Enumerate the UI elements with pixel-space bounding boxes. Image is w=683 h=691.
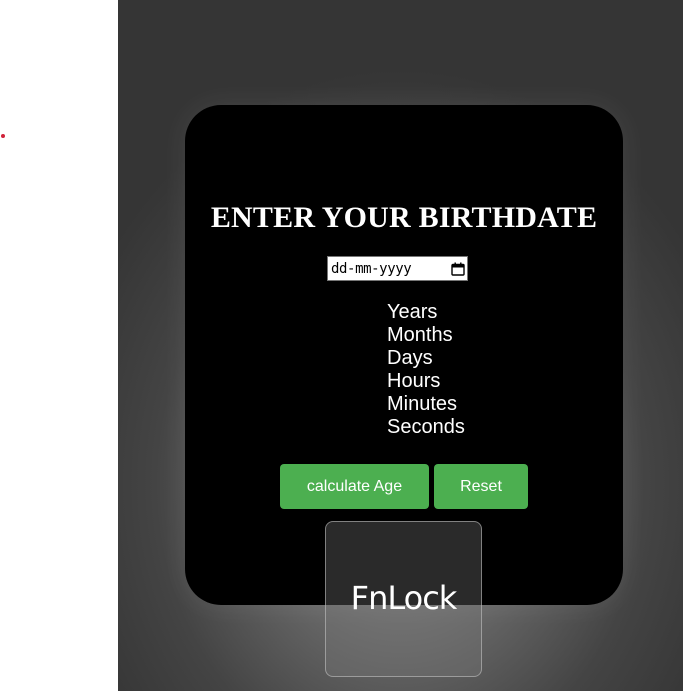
reset-button[interactable]: Reset [434, 464, 528, 509]
fnlock-overlay: FnLock [325, 521, 482, 677]
result-months: Months [387, 324, 453, 346]
fnlock-label: FnLock [350, 579, 458, 617]
page: ENTER YOUR BIRTHDATE dd-mm-yyyy Years Mo… [0, 0, 683, 691]
result-years: Years [387, 301, 438, 323]
result-hours: Hours [387, 370, 441, 392]
calendar-icon[interactable] [451, 262, 465, 276]
page-title: ENTER YOUR BIRTHDATE [210, 201, 598, 234]
calculate-age-button[interactable]: calculate Age [280, 464, 429, 509]
birthdate-input[interactable]: dd-mm-yyyy [327, 256, 468, 281]
app-stage: ENTER YOUR BIRTHDATE dd-mm-yyyy Years Mo… [118, 0, 683, 691]
age-results-list: Years Months Days Hours Minutes Seconds [387, 301, 465, 439]
result-seconds: Seconds [387, 416, 465, 438]
result-days: Days [387, 347, 433, 369]
result-minutes: Minutes [387, 393, 458, 415]
birthdate-placeholder: dd-mm-yyyy [331, 260, 412, 277]
red-dot-marker [1, 134, 5, 138]
